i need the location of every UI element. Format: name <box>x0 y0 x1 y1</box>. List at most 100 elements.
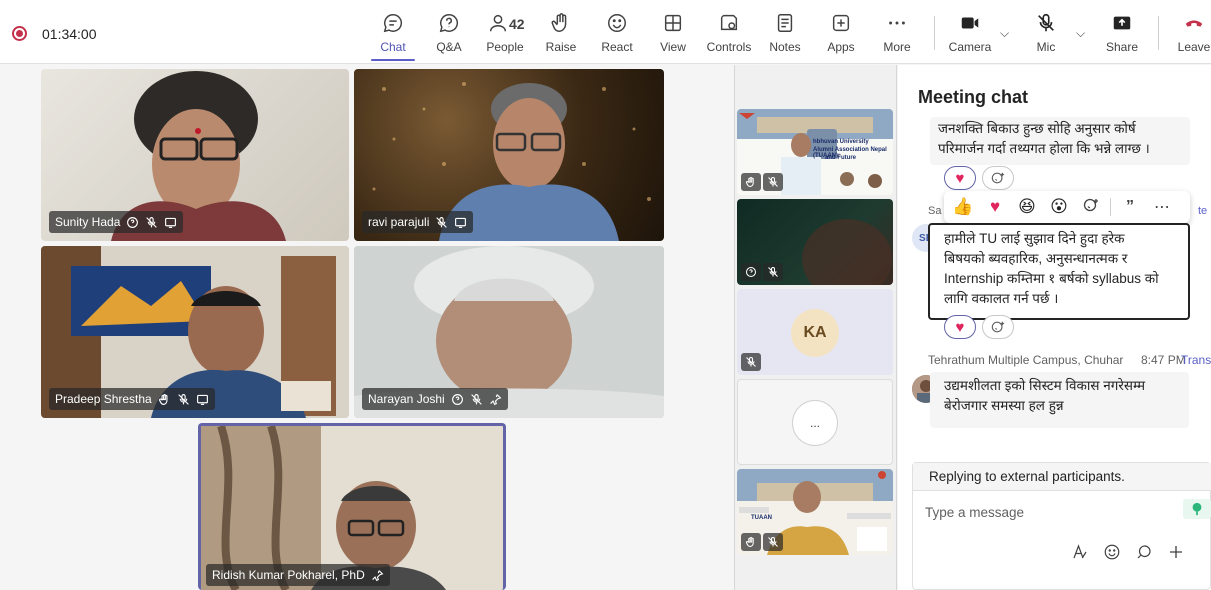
pin-icon <box>371 569 384 581</box>
apps-icon <box>813 12 869 36</box>
add-reaction-icon <box>991 172 1005 184</box>
like-reaction-icon[interactable]: 👍 <box>950 197 976 217</box>
share-icon <box>1094 12 1150 36</box>
chat-message[interactable]: जनशक्ति बिकाउ हुन्छ सोहि अनुसार कोर्ष पर… <box>930 117 1190 165</box>
qa-button[interactable]: Q&A <box>421 12 477 54</box>
chat-message[interactable]: उद्यमशीलता इको सिस्टम विकास नगरेसम्म बेर… <box>930 372 1189 428</box>
message-compose-box: Replying to external participants. Type … <box>912 462 1211 590</box>
translate-link[interactable]: Transl <box>1181 353 1211 367</box>
more-label: More <box>883 40 911 54</box>
controls-button[interactable]: Controls <box>701 12 757 54</box>
share-button[interactable]: Share <box>1094 12 1150 54</box>
chat-icon <box>365 12 421 36</box>
video-tile-active-speaker[interactable]: Ridish Kumar Pokharel, PhD <box>198 423 506 590</box>
quote-reply-icon[interactable]: ” <box>1117 198 1143 216</box>
surprised-reaction-icon[interactable]: 😮 <box>1046 197 1072 217</box>
pin-icon <box>489 393 502 405</box>
add-reaction-button[interactable] <box>982 166 1014 190</box>
screen-share-icon <box>165 217 177 228</box>
more-options-icon[interactable]: ⋯ <box>1149 197 1175 217</box>
apps-label: Apps <box>827 40 855 54</box>
mic-off-icon <box>146 216 158 228</box>
camera-options-chevron-icon[interactable]: ⌵ <box>1000 26 1009 41</box>
chat-message-selected[interactable]: हामीले TU लाई सुझाव दिने हुदा हरेक बिषयक… <box>928 223 1190 320</box>
leave-label: Leave <box>1177 40 1211 54</box>
people-button[interactable]: 42 People <box>477 12 533 54</box>
participant-name-bar: Sunity Hada <box>49 211 184 233</box>
notes-button[interactable]: Notes <box>757 12 813 54</box>
chat-button[interactable]: Chat <box>365 12 421 61</box>
heart-reaction[interactable]: ♥ <box>944 315 976 339</box>
share-label: Share <box>1105 40 1139 54</box>
reaction-divider <box>1110 198 1111 216</box>
raise-hand-button[interactable]: Raise <box>533 12 589 54</box>
translate-link[interactable]: te <box>1198 205 1207 217</box>
more-participants-thumbnail[interactable]: ... <box>737 379 893 465</box>
chat-label: Chat <box>380 40 406 54</box>
format-icon[interactable] <box>1071 543 1089 561</box>
people-count: 42 <box>509 16 525 32</box>
notes-icon <box>757 12 813 36</box>
more-participants-button[interactable]: ... <box>792 400 838 446</box>
external-reply-notice: Replying to external participants. <box>913 463 1211 491</box>
heart-reaction[interactable]: ♥ <box>944 166 976 190</box>
participant-name-bar: ravi parajuli <box>362 211 474 233</box>
video-tile[interactable]: ravi parajuli <box>354 69 664 241</box>
participant-name-bar: Ridish Kumar Pokharel, PhD <box>206 564 390 586</box>
mic-off-icon <box>763 173 783 191</box>
laugh-reaction-icon[interactable]: 😆 <box>1014 197 1040 217</box>
qa-icon <box>421 12 477 36</box>
notes-label: Notes <box>769 40 801 54</box>
participant-name: Pradeep Shrestha <box>55 392 152 406</box>
copilot-icon[interactable] <box>1183 499 1211 519</box>
mic-off-icon <box>436 216 448 228</box>
react-button[interactable]: React <box>589 12 645 54</box>
message-text: लागि वकालत गर्न पर्छ । <box>944 291 1059 306</box>
message-text: बिषयको ब्यवहारिक, अनुसन्धानत्मक र <box>944 251 1128 266</box>
toolbar-divider-2 <box>1158 16 1159 50</box>
loop-icon[interactable] <box>1135 543 1153 561</box>
qa-badge-icon <box>451 393 463 405</box>
people-label: People <box>486 40 524 54</box>
recording-icon <box>12 26 27 41</box>
qa-badge-icon <box>741 263 761 281</box>
participant-name: ravi parajuli <box>368 215 430 229</box>
add-reaction-button[interactable] <box>982 315 1014 339</box>
chat-panel-title: Meeting chat <box>918 87 1029 107</box>
more-button[interactable]: More <box>869 12 925 54</box>
video-tile[interactable]: Narayan Joshi <box>354 246 664 418</box>
slide-text: and Future <box>825 155 856 161</box>
mic-options-chevron-icon[interactable]: ⌵ <box>1076 26 1085 41</box>
video-thumbnail[interactable]: TUAAN <box>737 469 893 555</box>
thumb-status-icons <box>741 263 783 281</box>
message-reaction-bar: 👍 ♥ 😆 😮 ” ⋯ <box>944 191 1190 223</box>
video-tile[interactable]: Sunity Hada <box>41 69 349 241</box>
toolbar-divider <box>934 16 935 50</box>
view-icon <box>645 12 701 36</box>
add-reaction-icon <box>991 321 1005 333</box>
mic-button[interactable]: Mic <box>1018 12 1074 54</box>
message-time: 8:47 PM <box>1141 353 1186 367</box>
mic-off-icon <box>1018 12 1074 36</box>
avatar-thumbnail[interactable]: KA <box>737 289 893 375</box>
video-thumbnail[interactable] <box>737 199 893 285</box>
participant-name-bar: Narayan Joshi <box>362 388 508 410</box>
video-tile[interactable]: Pradeep Shrestha <box>41 246 349 418</box>
apps-button[interactable]: Apps <box>813 12 869 54</box>
heart-icon: ♥ <box>955 169 965 187</box>
participant-name: Narayan Joshi <box>368 392 445 406</box>
message-input[interactable]: Type a message <box>925 505 1024 520</box>
heart-reaction-icon[interactable]: ♥ <box>982 197 1008 217</box>
add-reaction-icon[interactable] <box>1078 197 1104 218</box>
leave-button[interactable]: Leave <box>1166 12 1211 54</box>
camera-button[interactable]: Camera <box>942 12 998 54</box>
hand-raised-icon <box>158 393 168 405</box>
message-text: हामीले TU लाई सुझाव दिने हुदा हरेक <box>944 231 1125 246</box>
attach-plus-icon[interactable] <box>1167 543 1185 561</box>
qa-label: Q&A <box>436 40 462 54</box>
mic-off-icon <box>177 393 189 405</box>
emoji-icon[interactable] <box>1103 543 1121 561</box>
view-button[interactable]: View <box>645 12 701 54</box>
people-icon: 42 <box>477 12 533 36</box>
presentation-thumbnail[interactable]: hbhuvan University Alumni Association Ne… <box>737 109 893 195</box>
